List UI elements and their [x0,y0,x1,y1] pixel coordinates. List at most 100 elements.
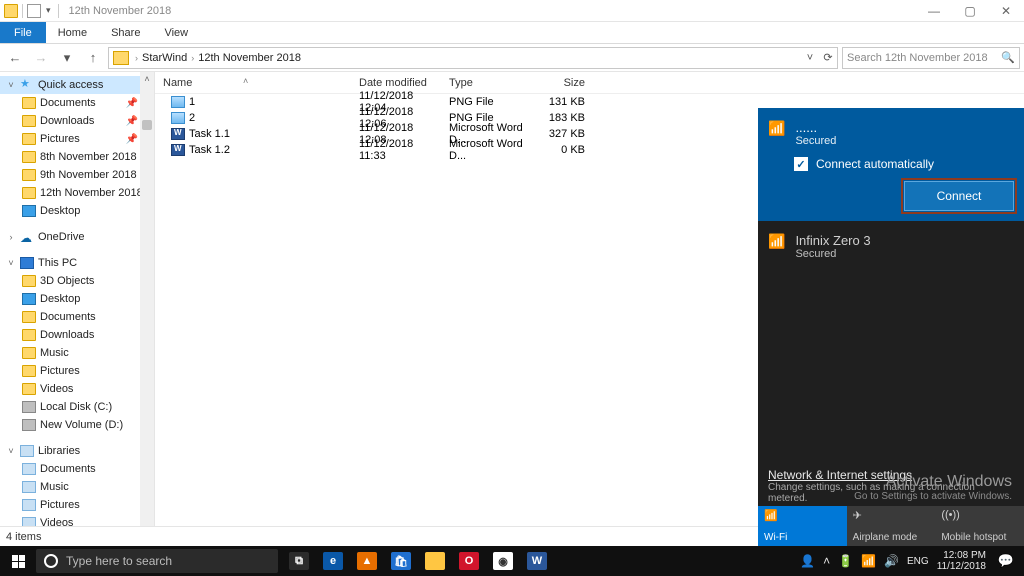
tree-icon [22,383,36,395]
taskbar-app-vlc[interactable]: ▲ [350,546,384,576]
taskbar-app-word[interactable]: W [520,546,554,576]
refresh-button[interactable]: ⟳ [819,49,837,67]
tree-item[interactable]: Local Disk (C:) [0,398,154,416]
volume-icon[interactable]: 🔊 [884,554,899,568]
qat-dropdown-icon[interactable]: ▾ [43,5,54,16]
col-type[interactable]: Type [441,77,535,89]
tree-icon [22,481,36,493]
close-button[interactable]: ✕ [988,0,1024,22]
tree-item[interactable]: Pictures [0,362,154,380]
tree-label: Local Disk (C:) [40,401,112,413]
forward-button[interactable]: → [30,47,52,69]
tree-section[interactable]: ˅Libraries [0,442,154,460]
taskbar-app-explorer[interactable] [418,546,452,576]
app-icon: ◉ [493,552,513,570]
wifi-quick-tiles: 📶Wi-Fi✈Airplane mode((•))Mobile hotspot [758,506,1024,546]
wifi-network[interactable]: 📶......Secured✓Connect automaticallyConn… [758,108,1024,221]
tree-item[interactable]: Pictures📌 [0,130,154,148]
scroll-up-icon[interactable]: ˄ [140,72,154,86]
tree-label: Desktop [40,293,80,305]
back-button[interactable]: ← [4,47,26,69]
col-size[interactable]: Size [535,77,591,89]
minimize-button[interactable]: — [916,0,952,22]
breadcrumb-item[interactable]: 12th November 2018 [196,52,303,64]
tree-label: Pictures [40,499,80,511]
app-icon: ⧉ [289,552,309,570]
tree-item[interactable]: Music [0,478,154,496]
tree-item[interactable]: Videos [0,380,154,398]
tree-section[interactable]: ˅This PC [0,254,154,272]
ribbon-tab-share[interactable]: Share [99,22,152,43]
tree-item[interactable]: Desktop [0,202,154,220]
twisty-icon[interactable]: ˅ [6,258,16,268]
tile-label: Wi-Fi [764,532,841,543]
tree-label: Documents [40,311,96,323]
windows-logo-icon [12,555,25,568]
up-button[interactable]: ↑ [82,47,104,69]
address-bar[interactable]: › StarWind › 12th November 2018 ˅ ⟳ [108,47,838,69]
taskbar-app-task-view[interactable]: ⧉ [282,546,316,576]
history-dropdown[interactable]: ▾ [56,47,78,69]
tree-item[interactable]: Pictures [0,496,154,514]
window-title: 12th November 2018 [65,5,916,17]
twisty-icon[interactable]: ˅ [6,80,16,90]
maximize-button[interactable]: ▢ [952,0,988,22]
tree-item[interactable]: 12th November 2018 [0,184,154,202]
tree-item[interactable]: Documents📌 [0,94,154,112]
wifi-flyout: 📶......Secured✓Connect automaticallyConn… [758,108,1024,546]
checkbox-checked-icon[interactable]: ✓ [794,157,808,171]
col-name[interactable]: Name ˄ [155,77,351,89]
tree-item[interactable]: Documents [0,308,154,326]
taskbar-app-opera[interactable]: O [452,546,486,576]
tree-item[interactable]: Downloads [0,326,154,344]
tree-item[interactable]: Documents [0,460,154,478]
tray-clock[interactable]: 12:08 PM 11/12/2018 [937,550,986,572]
action-center-icon[interactable]: 💬 [994,546,1018,576]
start-button[interactable] [0,546,36,576]
wifi-quick-tile[interactable]: ✈Airplane mode [847,506,936,546]
wifi-network[interactable]: 📶Infinix Zero 3Secured [758,221,1024,272]
tree-icon [20,79,34,91]
breadcrumb-item[interactable]: StarWind [140,52,189,64]
tree-label: 3D Objects [40,275,94,287]
wifi-quick-tile[interactable]: ((•))Mobile hotspot [935,506,1024,546]
tree-scrollbar[interactable]: ˄ ˅ [140,72,154,544]
tree-item[interactable]: New Volume (D:) [0,416,154,434]
ribbon-tab-view[interactable]: View [152,22,200,43]
col-date[interactable]: Date modified [351,77,441,89]
tree-section[interactable]: ›OneDrive [0,228,154,246]
tree-item[interactable]: Downloads📌 [0,112,154,130]
wifi-quick-tile[interactable]: 📶Wi-Fi [758,506,847,546]
battery-icon[interactable]: 🔋 [838,554,853,568]
twisty-icon[interactable]: › [6,232,16,242]
ribbon-file-tab[interactable]: File [0,22,46,43]
qat-tool-icon[interactable] [27,4,41,18]
tree-item[interactable]: 8th November 2018 [0,148,154,166]
tree-label: Music [40,481,69,493]
tray-chevron-icon[interactable]: ˄ [823,554,830,568]
tree-item[interactable]: 3D Objects [0,272,154,290]
twisty-icon[interactable]: ˅ [6,446,16,456]
tree-icon [22,169,36,181]
cortana-circle-icon [44,554,58,568]
tray-language[interactable]: ENG [907,556,929,567]
taskbar-search[interactable]: Type here to search [36,549,278,573]
scroll-thumb[interactable] [142,120,152,130]
taskbar: Type here to search ⧉ e▲🛍 O ◉ W 👤 ˄ 🔋 📶 🔊 EN… [0,546,1024,576]
ribbon-tab-home[interactable]: Home [46,22,99,43]
file-icon [171,96,185,108]
wifi-tray-icon[interactable]: 📶 [861,554,876,568]
address-dropdown-icon[interactable]: ˅ [801,49,819,67]
search-input[interactable]: Search 12th November 2018 🔍 [842,47,1020,69]
tree-item[interactable]: 9th November 2018 [0,166,154,184]
tree-item[interactable]: Desktop [0,290,154,308]
wifi-auto-connect[interactable]: ✓Connect automatically [768,149,1014,181]
tree-item[interactable]: Music [0,344,154,362]
tree-section[interactable]: ˅Quick access [0,76,154,94]
tree-icon [20,257,34,269]
taskbar-app-store[interactable]: 🛍 [384,546,418,576]
taskbar-app-chrome[interactable]: ◉ [486,546,520,576]
taskbar-app-edge[interactable]: e [316,546,350,576]
wifi-connect-button[interactable]: Connect [904,181,1014,211]
people-icon[interactable]: 👤 [800,554,815,568]
